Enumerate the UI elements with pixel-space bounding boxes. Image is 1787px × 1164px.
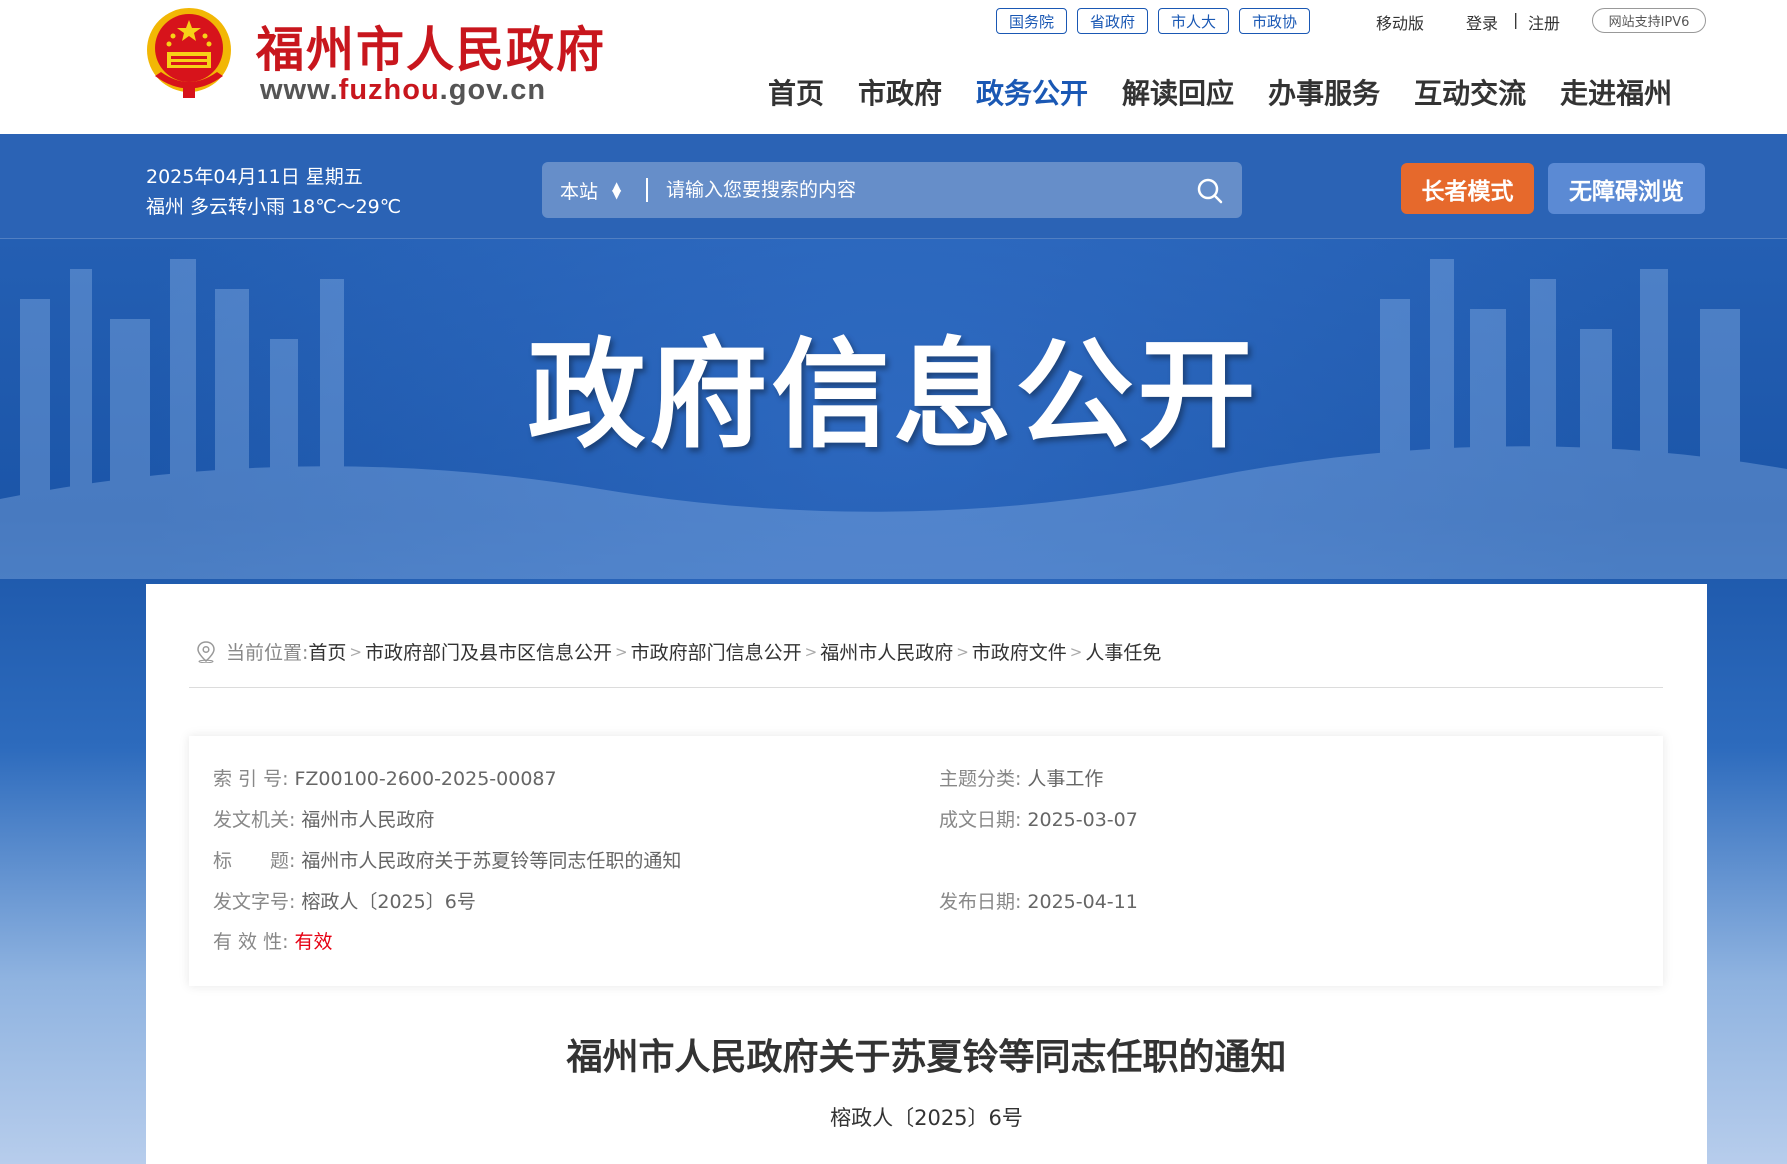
ipv6-badge: 网站支持IPV6: [1592, 8, 1706, 33]
top-bar: 2025年04月11日 星期五 福州 多云转小雨 18℃～29℃ 本站 ▲▼ 长…: [0, 134, 1787, 239]
breadcrumb: 当前位置: 首页 > 市政府部门及县市区信息公开 > 市政府部门信息公开 > 福…: [196, 638, 1161, 665]
search-bar: 本站 ▲ ▼: [542, 162, 1242, 218]
login-link[interactable]: 登录: [1466, 10, 1498, 34]
nav-services[interactable]: 办事服务: [1268, 72, 1380, 112]
meta-date-label: 成文日期:: [939, 809, 1022, 831]
main-nav: 首页 市政府 政务公开 解读回应 办事服务 互动交流 走进福州: [768, 72, 1672, 112]
search-divider: [646, 178, 648, 202]
breadcrumb-label: 当前位置:: [226, 642, 309, 664]
meta-topic-label: 主题分类:: [939, 768, 1022, 790]
nav-home[interactable]: 首页: [768, 72, 824, 112]
meta-pubdate-label: 发布日期:: [939, 891, 1022, 913]
nav-interaction[interactable]: 互动交流: [1414, 72, 1526, 112]
elder-mode-button[interactable]: 长者模式: [1401, 163, 1534, 214]
gov-link-province[interactable]: 省政府: [1077, 8, 1149, 34]
search-scope-select[interactable]: 本站 ▲ ▼: [560, 162, 621, 218]
search-icon[interactable]: [1196, 177, 1224, 205]
meta-pubdate-value: 2025-04-11: [1027, 891, 1138, 913]
nav-about-fuzhou[interactable]: 走进福州: [1560, 72, 1672, 112]
meta-topic-value: 人事工作: [1027, 768, 1104, 790]
meta-date: 成文日期: 2025-03-07: [939, 805, 1138, 832]
meta-title-label: 标 题:: [213, 850, 296, 872]
meta-validity-label: 有 效 性:: [213, 931, 289, 953]
breadcrumb-arrow: >: [349, 642, 362, 661]
mobile-version-link[interactable]: 移动版: [1376, 10, 1424, 34]
meta-issuer-value: 福州市人民政府: [301, 809, 435, 831]
breadcrumb-home[interactable]: 首页: [308, 638, 346, 665]
nav-interpretation[interactable]: 解读回应: [1122, 72, 1234, 112]
accessible-browse-button[interactable]: 无障碍浏览: [1548, 163, 1705, 214]
breadcrumb-arrow: >: [804, 642, 818, 661]
meta-topic: 主题分类: 人事工作: [939, 764, 1103, 791]
national-emblem-icon[interactable]: [145, 6, 234, 101]
url-highlight: fuzhou: [338, 74, 440, 106]
site-url[interactable]: www.fuzhou.gov.cn: [260, 74, 546, 107]
meta-docno: 发文字号: 榕政人〔2025〕6号: [213, 887, 476, 914]
site-header: 福州市人民政府 www.fuzhou.gov.cn 国务院 省政府 市人大 市政…: [0, 0, 1787, 134]
breadcrumb-city-docs[interactable]: 市政府文件: [972, 638, 1067, 665]
meta-issuer-label: 发文机关:: [213, 809, 296, 831]
nav-gov-affairs[interactable]: 政务公开: [976, 72, 1088, 112]
gov-link-cppcc[interactable]: 市政协: [1239, 8, 1311, 34]
register-link[interactable]: 注册: [1528, 10, 1560, 34]
meta-index-label: 索 引 号:: [213, 768, 289, 790]
updown-arrow-icon: ▲ ▼: [612, 179, 622, 201]
document-title: 福州市人民政府关于苏夏铃等同志任职的通知: [566, 1037, 1287, 1078]
meta-title-value: 福州市人民政府关于苏夏铃等同志任职的通知: [301, 850, 682, 872]
banner-title: 政府信息公开: [527, 326, 1260, 464]
meta-index-value: FZ00100-2600-2025-00087: [294, 768, 557, 790]
gov-links: 国务院 省政府 市人大 市政协: [996, 8, 1311, 34]
meta-validity: 有 效 性: 有效: [213, 927, 333, 954]
breadcrumb-arrow: >: [615, 642, 628, 661]
gov-link-npc[interactable]: 市人大: [1158, 8, 1230, 34]
search-scope-label: 本站: [560, 180, 599, 203]
meta-issuer: 发文机关: 福州市人民政府: [213, 805, 434, 832]
document-metadata: 索 引 号: FZ00100-2600-2025-00087 主题分类: 人事工作 …: [189, 736, 1663, 986]
breadcrumb-divider: [189, 687, 1663, 688]
breadcrumb-arrow: >: [956, 642, 969, 661]
meta-docno-value: 榕政人〔2025〕6号: [301, 891, 476, 913]
meta-pubdate: 发布日期: 2025-04-11: [939, 887, 1138, 914]
weather: 福州 多云转小雨 18℃～29℃: [146, 196, 402, 218]
url-suffix: .gov.cn: [439, 74, 547, 106]
breadcrumb-dept-info[interactable]: 市政府部门信息公开: [631, 638, 802, 665]
breadcrumb-city-gov[interactable]: 福州市人民政府: [820, 638, 953, 665]
site-name[interactable]: 福州市人民政府: [256, 10, 606, 80]
gov-link-state-council[interactable]: 国务院: [996, 8, 1068, 34]
meta-docno-label: 发文字号:: [213, 891, 296, 913]
current-date: 2025年04月11日 星期五: [146, 166, 363, 188]
search-input[interactable]: [666, 162, 1166, 218]
breadcrumb-personnel[interactable]: 人事任免: [1085, 638, 1161, 665]
nav-city-gov[interactable]: 市政府: [858, 72, 942, 112]
document-number: 榕政人〔2025〕6号: [830, 1106, 1023, 1130]
date-weather: 2025年04月11日 星期五 福州 多云转小雨 18℃～29℃: [146, 162, 401, 222]
login-separator: |: [1513, 10, 1519, 29]
location-pin-icon: [197, 640, 215, 663]
breadcrumb-dept-county[interactable]: 市政府部门及县市区信息公开: [365, 638, 612, 665]
meta-validity-value: 有效: [294, 931, 333, 953]
content-panel: 当前位置: 首页 > 市政府部门及县市区信息公开 > 市政府部门信息公开 > 福…: [146, 584, 1707, 1164]
breadcrumb-arrow: >: [1069, 642, 1083, 661]
meta-title: 标 题: 福州市人民政府关于苏夏铃等同志任职的通知: [213, 846, 681, 873]
meta-index: 索 引 号: FZ00100-2600-2025-00087: [213, 764, 557, 791]
meta-date-value: 2025-03-07: [1027, 809, 1138, 831]
url-prefix: www.: [260, 74, 339, 106]
